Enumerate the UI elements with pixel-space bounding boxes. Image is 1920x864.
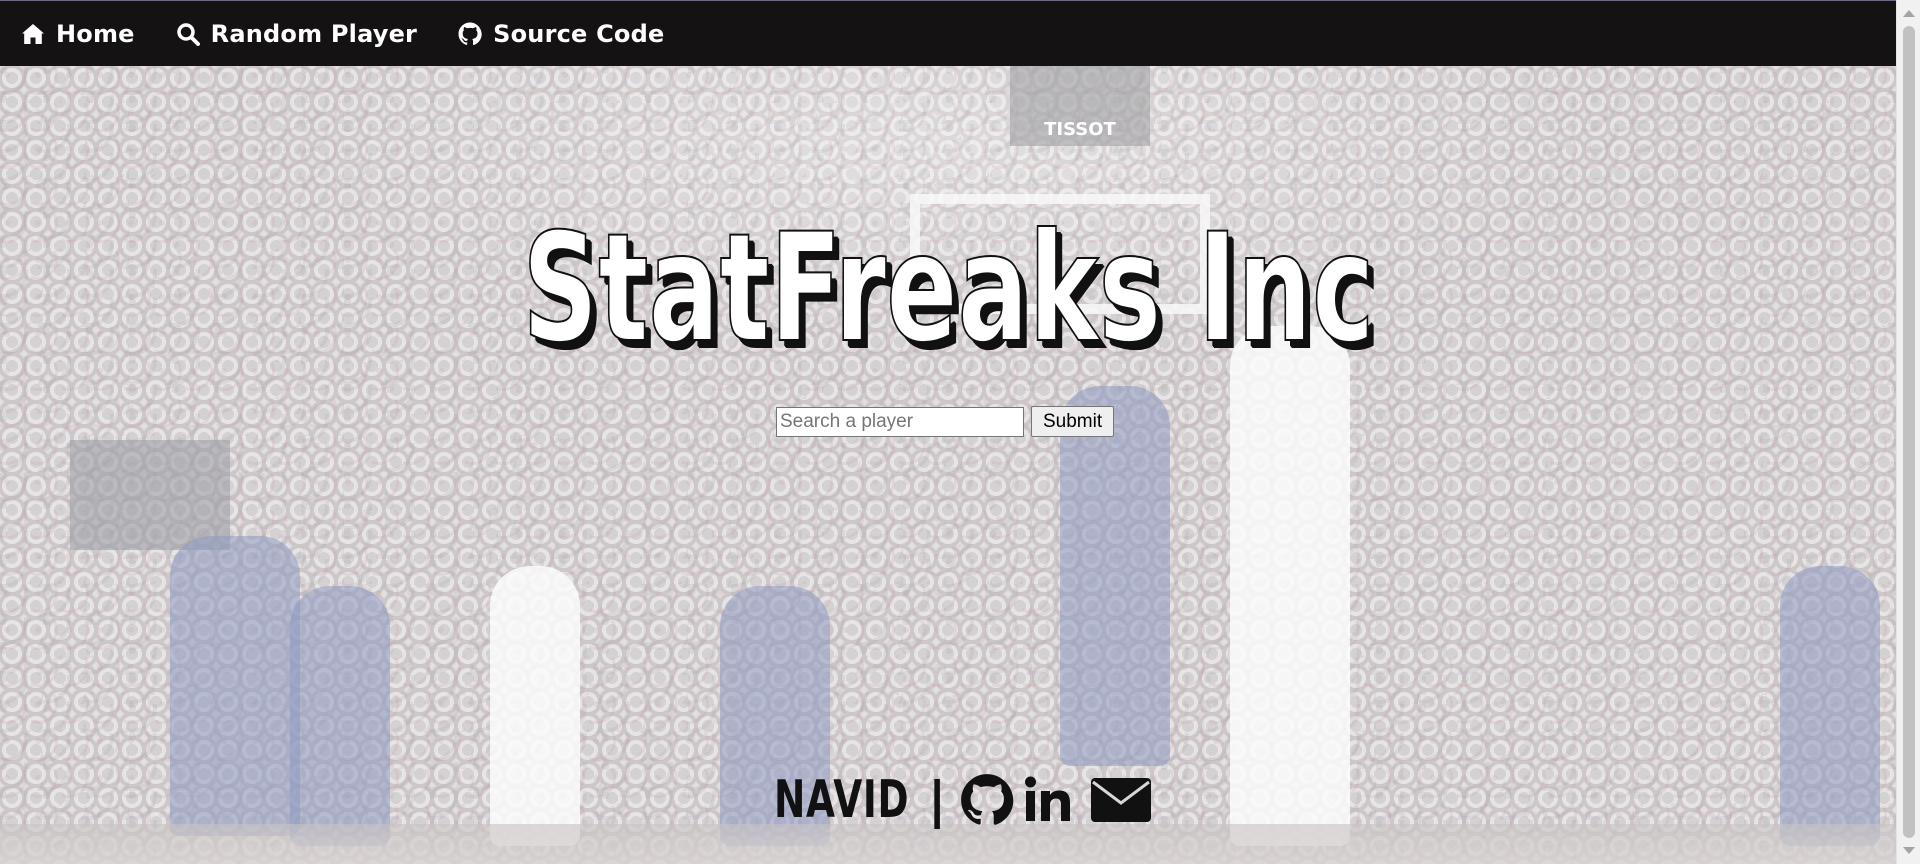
player-search-form: Submit <box>776 406 1115 437</box>
nav-home-link[interactable]: Home <box>20 20 135 48</box>
nav-home-label: Home <box>56 19 135 48</box>
nav-source-code-link[interactable]: Source Code <box>457 20 664 48</box>
scroll-down-arrow-icon[interactable] <box>1903 847 1915 854</box>
author-name: NAVID <box>774 770 910 830</box>
hero-background-photo: TISSOT <box>0 66 1896 864</box>
github-icon <box>457 21 483 47</box>
white-overlay <box>0 66 1896 864</box>
site-title: StatFreaks Inc <box>522 202 1376 376</box>
submit-button[interactable]: Submit <box>1031 406 1115 437</box>
footer-credits: NAVID | <box>774 770 1162 830</box>
top-navbar: Home Random Player Source Code <box>0 0 1896 66</box>
search-icon <box>175 21 201 47</box>
player-search-input[interactable] <box>776 406 1024 437</box>
scrollbar-thumb[interactable] <box>1903 26 1915 838</box>
footer-separator: | <box>928 771 947 829</box>
nav-random-player-link[interactable]: Random Player <box>175 20 417 48</box>
nav-source-code-label: Source Code <box>493 19 665 48</box>
github-icon[interactable] <box>960 773 1014 827</box>
page-scrollbar[interactable] <box>1896 0 1920 864</box>
linkedin-icon[interactable] <box>1024 775 1080 825</box>
nav-random-player-label: Random Player <box>210 19 418 48</box>
home-icon <box>20 21 46 47</box>
scroll-up-arrow-icon[interactable] <box>1903 10 1915 17</box>
envelope-icon[interactable] <box>1090 776 1152 824</box>
